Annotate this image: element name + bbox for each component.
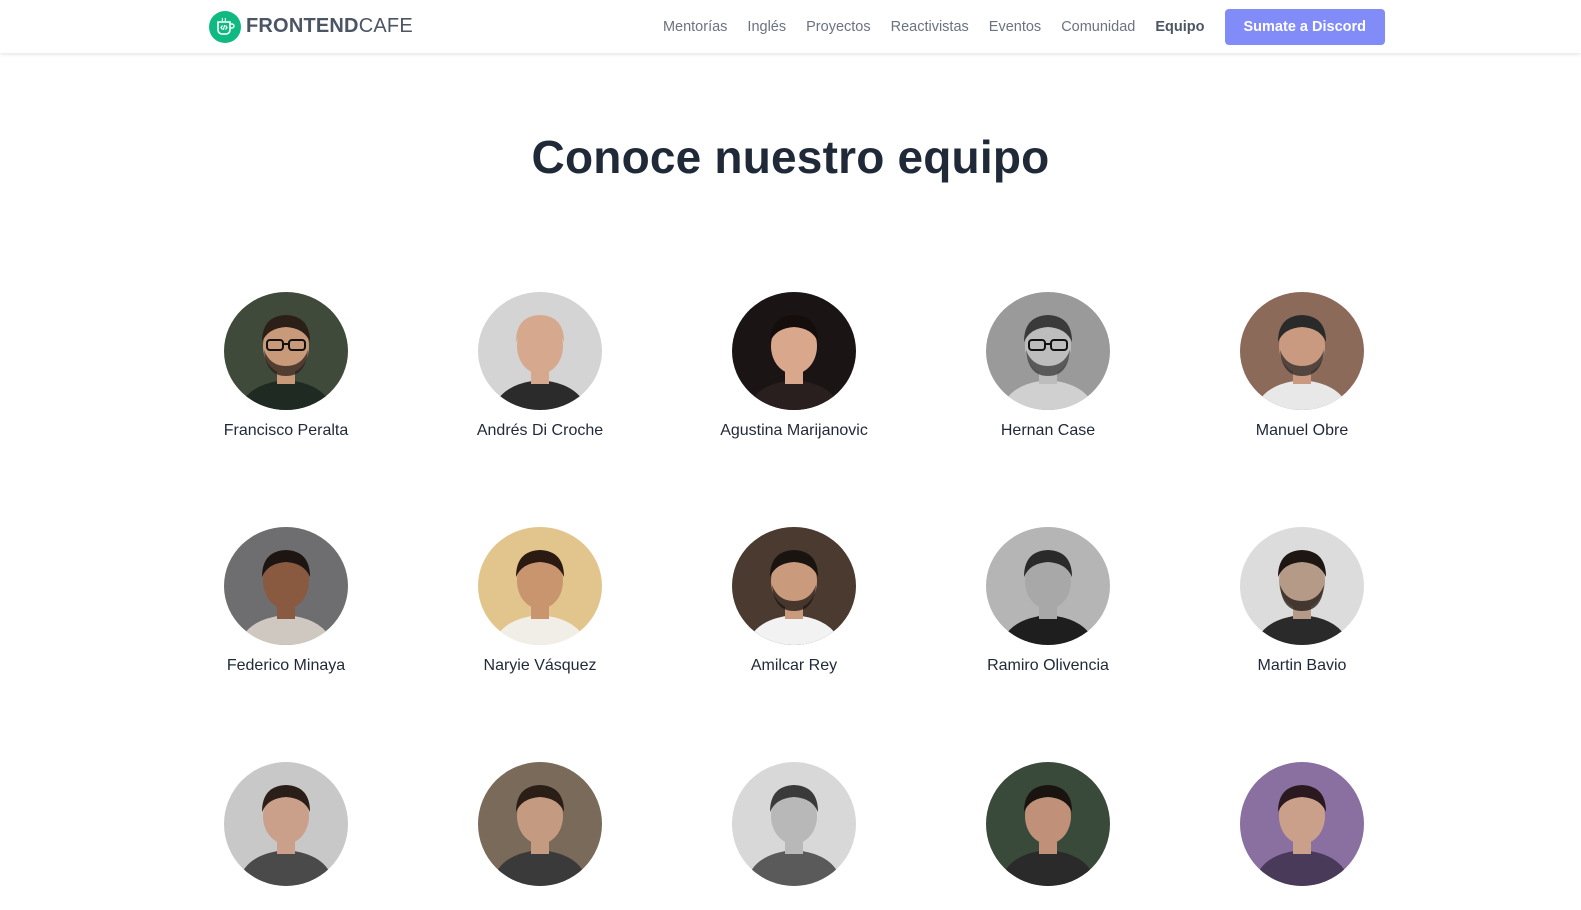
avatar: [732, 292, 856, 410]
avatar: [1240, 762, 1364, 886]
avatar-portrait: [986, 762, 1110, 886]
avatar: [732, 762, 856, 886]
team-member-card: Martin Bavio: [1175, 527, 1429, 675]
team-member-card: Manuel Obre: [1175, 292, 1429, 440]
member-name: Agustina Marijanovic: [720, 422, 868, 439]
member-name: Ramiro Olivencia: [987, 657, 1109, 674]
nav-link-comunidad[interactable]: Comunidad: [1061, 19, 1135, 35]
page-title: Conoce nuestro equipo: [531, 131, 1050, 183]
nav-links: Mentorías Inglés Proyectos Reactivistas …: [643, 8, 1385, 45]
discord-button[interactable]: Sumate a Discord: [1224, 8, 1385, 45]
avatar-portrait: [732, 292, 856, 410]
avatar-portrait: [986, 527, 1110, 645]
avatar: [478, 527, 602, 645]
team-member-card: Andrés Di Croche: [413, 292, 667, 440]
member-name: Naryie Vásquez: [483, 657, 597, 674]
team-member-card: [413, 762, 667, 910]
nav-link-proyectos[interactable]: Proyectos: [806, 19, 870, 35]
avatar-portrait: [478, 527, 602, 645]
team-member-card: Francisco Peralta: [159, 292, 413, 440]
avatar: [478, 762, 602, 886]
member-name: Andrés Di Croche: [476, 422, 604, 439]
avatar-portrait: [1240, 527, 1364, 645]
avatar: [1240, 292, 1364, 410]
avatar: [986, 292, 1110, 410]
member-name: Amilcar Rey: [750, 657, 838, 674]
nav-link-eventos[interactable]: Eventos: [989, 19, 1041, 35]
brand-name-bold: FRONTEND: [246, 15, 359, 37]
nav-link-ingles[interactable]: Inglés: [747, 19, 786, 35]
team-grid: Francisco Peralta Andrés Di Croche Agustin…: [159, 292, 1429, 910]
brand-name-light: CAFE: [358, 15, 413, 37]
member-name: Francisco Peralta: [223, 422, 349, 439]
avatar-portrait: [224, 292, 348, 410]
avatar-portrait: [1240, 292, 1364, 410]
avatar: [986, 527, 1110, 645]
avatar: [224, 527, 348, 645]
member-name: Federico Minaya: [226, 657, 346, 674]
avatar-portrait: [986, 292, 1110, 410]
avatar: [478, 292, 602, 410]
avatar-portrait: [732, 527, 856, 645]
member-name: Martin Bavio: [1257, 657, 1347, 674]
navbar: FRONTENDCAFE Mentorías Inglés Proyectos …: [0, 0, 1581, 53]
avatar-portrait: [478, 292, 602, 410]
avatar-portrait: [478, 762, 602, 886]
team-member-card: [159, 762, 413, 910]
avatar: [1240, 527, 1364, 645]
team-member-card: [1175, 762, 1429, 910]
avatar: [224, 762, 348, 886]
team-member-card: Agustina Marijanovic: [667, 292, 921, 440]
avatar-portrait: [1240, 762, 1364, 886]
nav-link-equipo[interactable]: Equipo: [1155, 19, 1204, 35]
nav-link-reactivistas[interactable]: Reactivistas: [891, 19, 969, 35]
member-name: Hernan Case: [1000, 422, 1096, 439]
avatar-portrait: [732, 762, 856, 886]
team-member-card: Naryie Vásquez: [413, 527, 667, 675]
team-member-card: Federico Minaya: [159, 527, 413, 675]
team-member-card: [667, 762, 921, 910]
code-cup-icon: [209, 10, 241, 43]
avatar: [732, 527, 856, 645]
brand-link[interactable]: FRONTENDCAFE: [209, 10, 413, 43]
avatar-portrait: [224, 527, 348, 645]
nav-link-mentorias[interactable]: Mentorías: [663, 19, 727, 35]
team-member-card: [921, 762, 1175, 910]
brand-name: FRONTENDCAFE: [246, 15, 413, 38]
team-member-card: Ramiro Olivencia: [921, 527, 1175, 675]
avatar: [224, 292, 348, 410]
navbar-inner: FRONTENDCAFE Mentorías Inglés Proyectos …: [209, 0, 1385, 53]
team-member-card: Hernan Case: [921, 292, 1175, 440]
team-member-card: Amilcar Rey: [667, 527, 921, 675]
avatar: [986, 762, 1110, 886]
member-name: Manuel Obre: [1255, 422, 1349, 439]
avatar-portrait: [224, 762, 348, 886]
